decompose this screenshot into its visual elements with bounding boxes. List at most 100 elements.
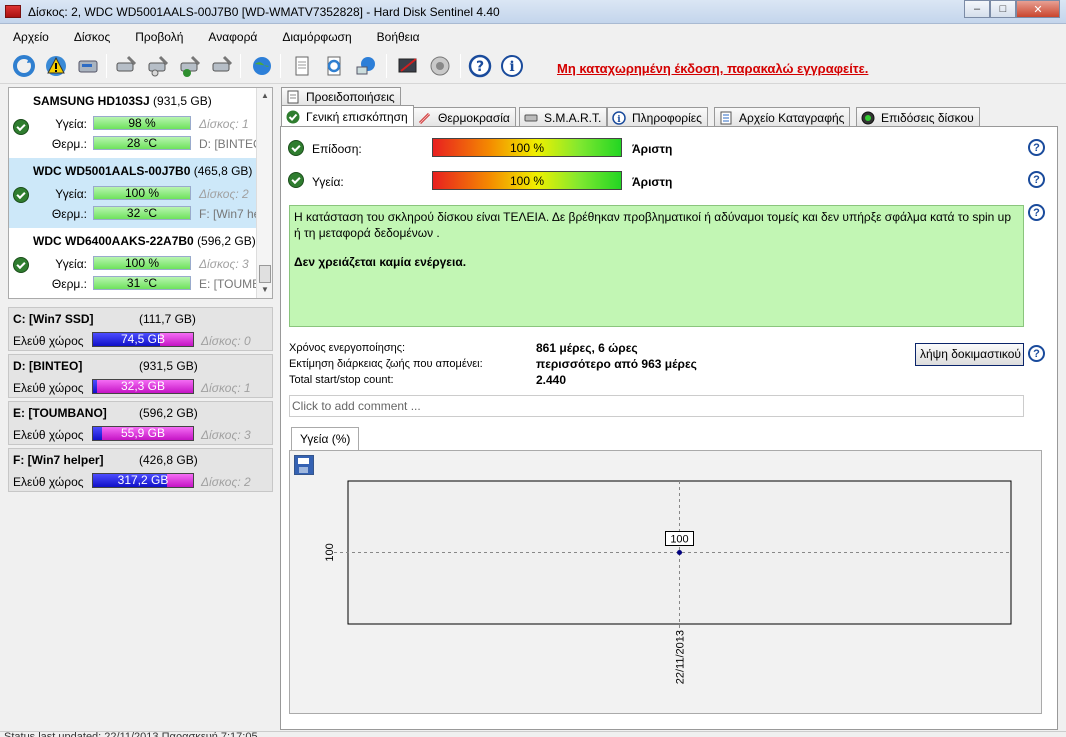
test-disk-icon[interactable] <box>112 52 140 80</box>
window-title: Δίσκος: 2, WDC WD5001AALS-00J7B0 [WD-WMA… <box>28 5 500 19</box>
toolbar-separator <box>386 54 387 78</box>
web-report-icon[interactable] <box>248 52 276 80</box>
performance-help-icon[interactable]: ? <box>1028 139 1045 156</box>
partition-label: F: [Win7 helper] <box>13 453 104 467</box>
self-test-button[interactable]: λήψη δοκιμαστικού <box>915 343 1024 366</box>
partition-name: C: [Win7 SSD] <box>13 312 94 326</box>
menu-disk[interactable]: Δίσκος <box>61 26 122 46</box>
partition-name: F: [Win7 helper] <box>13 453 104 467</box>
disk-list-scrollbar[interactable]: ▲ ▼ <box>256 88 272 298</box>
tab-performance[interactable]: Επιδόσεις δίσκου <box>856 107 980 127</box>
performance-value: 100 % <box>509 141 545 155</box>
tab-smart[interactable]: S.M.A.R.T. <box>519 107 608 127</box>
menu-help[interactable]: Βοήθεια <box>364 26 432 46</box>
action-text: Δεν χρειάζεται καμία ενέργεια. <box>294 255 467 269</box>
scroll-thumb[interactable] <box>259 265 271 283</box>
disk-model: SAMSUNG HD103SJ <box>33 94 150 108</box>
svg-text:?: ? <box>476 59 484 75</box>
partition-label: C: [Win7 SSD] <box>13 312 94 326</box>
partition-label: E: [TOUMBANO] <box>13 406 107 420</box>
lifetime-label: Εκτίμηση διάρκειας ζωής που απομένει: <box>289 358 483 370</box>
repair-icon[interactable] <box>208 52 236 80</box>
startstop-value: 2.440 <box>536 373 567 387</box>
gauge-icon <box>861 111 875 125</box>
sync-icon[interactable] <box>320 52 348 80</box>
menu-file[interactable]: Αρχείο <box>0 26 61 46</box>
disk-item[interactable]: SAMSUNG HD103SJ (931,5 GB) Υγεία: 98 % Δ… <box>9 88 266 158</box>
menu-configuration[interactable]: Διαμόρφωση <box>269 26 363 46</box>
partition-item[interactable]: F: [Win7 helper] (426,8 GB) Ελεύθ χώρος … <box>8 448 273 492</box>
toolbar-separator <box>280 54 281 78</box>
free-space-label: Ελεύθ χώρος <box>13 334 84 348</box>
temp-bar: 28 °C <box>93 136 191 150</box>
power-on-value: 861 μέρες, 6 ώρες <box>536 341 638 355</box>
partition-disk-ref: Δίσκος: 2 <box>201 475 251 489</box>
self-test-help-icon[interactable]: ? <box>1028 345 1045 362</box>
status-description: Η κατάσταση του σκληρού δίσκου είναι ΤΕΛ… <box>289 205 1024 327</box>
disk-size: (465,8 GB) <box>193 164 253 178</box>
temp-label: Θερμ.: <box>51 277 87 291</box>
disk-item-selected[interactable]: WDC WD5001AALS-00J7B0 (465,8 GB) Υγεία: … <box>9 158 272 228</box>
health-ok-icon <box>13 119 29 135</box>
disk-title: WDC WD6400AAKS-22A7B0 (596,2 GB) <box>33 234 256 248</box>
health-label: Υγεία: <box>55 117 87 131</box>
info-icon[interactable]: i <box>498 52 526 80</box>
alert-check-icon[interactable] <box>42 52 70 80</box>
check-icon <box>286 110 300 124</box>
disk-size: (596,2 GB) <box>197 234 256 248</box>
tab-alerts[interactable]: Προειδοποιήσεις <box>281 87 401 106</box>
help-icon[interactable]: ? <box>466 52 494 80</box>
comment-input[interactable]: Click to add comment ... <box>289 395 1024 417</box>
maximize-button[interactable]: □ <box>990 0 1016 18</box>
close-button[interactable]: ✕ <box>1016 0 1060 18</box>
free-space-label: Ελεύθ χώρος <box>13 428 84 442</box>
sound-icon[interactable] <box>426 52 454 80</box>
window-controls: – □ ✕ <box>964 0 1060 18</box>
tab-smart-label: S.M.A.R.T. <box>544 110 602 125</box>
partition-item[interactable]: D: [BINTEO] (931,5 GB) Ελεύθ χώρος 32,3 … <box>8 354 273 398</box>
health-label: Υγεία: <box>55 257 87 271</box>
menu-view[interactable]: Προβολή <box>122 26 195 46</box>
partition-size: (426,8 GB) <box>139 453 198 467</box>
verify-icon[interactable] <box>176 52 204 80</box>
alerts-tab-icon <box>286 90 300 104</box>
register-link[interactable]: Μη καταχωρημένη έκδοση, παρακαλώ εγγραφε… <box>557 61 868 76</box>
temp-bar: 32 °C <box>93 206 191 220</box>
performance-ok-icon <box>288 140 304 156</box>
tab-health-chart[interactable]: Υγεία (%) <box>291 427 360 451</box>
scroll-up-icon[interactable]: ▲ <box>257 88 272 104</box>
status-help-icon[interactable]: ? <box>1028 204 1045 221</box>
tab-temperature[interactable]: Θερμοκρασία <box>413 107 516 127</box>
minimize-button[interactable]: – <box>964 0 990 18</box>
partition-size: (111,7 GB) <box>139 312 196 326</box>
toolbar-separator <box>460 54 461 78</box>
disk-model: WDC WD6400AAKS-22A7B0 <box>33 234 194 248</box>
scroll-down-icon[interactable]: ▼ <box>257 282 272 298</box>
network-icon[interactable] <box>352 52 380 80</box>
disk-info-icon[interactable] <box>74 52 102 80</box>
health-status: Άριστη <box>632 175 673 189</box>
free-space-value: 74,5 GB <box>120 332 166 346</box>
health-help-icon[interactable]: ? <box>1028 171 1045 188</box>
free-space-value: 55,9 GB <box>120 426 166 440</box>
tab-temperature-label: Θερμοκρασία <box>438 110 510 125</box>
menu-report[interactable]: Αναφορά <box>195 26 269 46</box>
settings-icon[interactable] <box>394 52 422 80</box>
menu-bar: Αρχείο Δίσκος Προβολή Αναφορά Διαμόρφωση… <box>0 26 1066 46</box>
tab-log[interactable]: Αρχείο Καταγραφής <box>714 107 851 127</box>
report-icon[interactable] <box>288 52 316 80</box>
surface-test-icon[interactable] <box>144 52 172 80</box>
refresh-icon[interactable] <box>10 52 38 80</box>
partition-item[interactable]: C: [Win7 SSD] (111,7 GB) Ελεύθ χώρος 74,… <box>8 307 273 351</box>
disk-ref: Δίσκος: 2 <box>199 187 249 201</box>
info-icon: i <box>612 110 626 125</box>
partition-item[interactable]: E: [TOUMBANO] (596,2 GB) Ελεύθ χώρος 55,… <box>8 401 273 445</box>
performance-label: Επίδοση: <box>312 142 362 156</box>
health-bar: 100 % <box>93 256 191 270</box>
status-bar: Status last updated: 22/11/2013 Παρασκευ… <box>0 731 1066 737</box>
tab-overview[interactable]: Γενική επισκόπηση <box>281 105 414 127</box>
partition-name: E: [TOUMBANO] <box>13 406 107 420</box>
disk-item[interactable]: WDC WD6400AAKS-22A7B0 (596,2 GB) Υγεία: … <box>9 228 272 298</box>
health-chart: 100 22/11/2013 100 <box>324 480 1012 684</box>
tab-information[interactable]: i Πληροφορίες <box>607 107 708 127</box>
